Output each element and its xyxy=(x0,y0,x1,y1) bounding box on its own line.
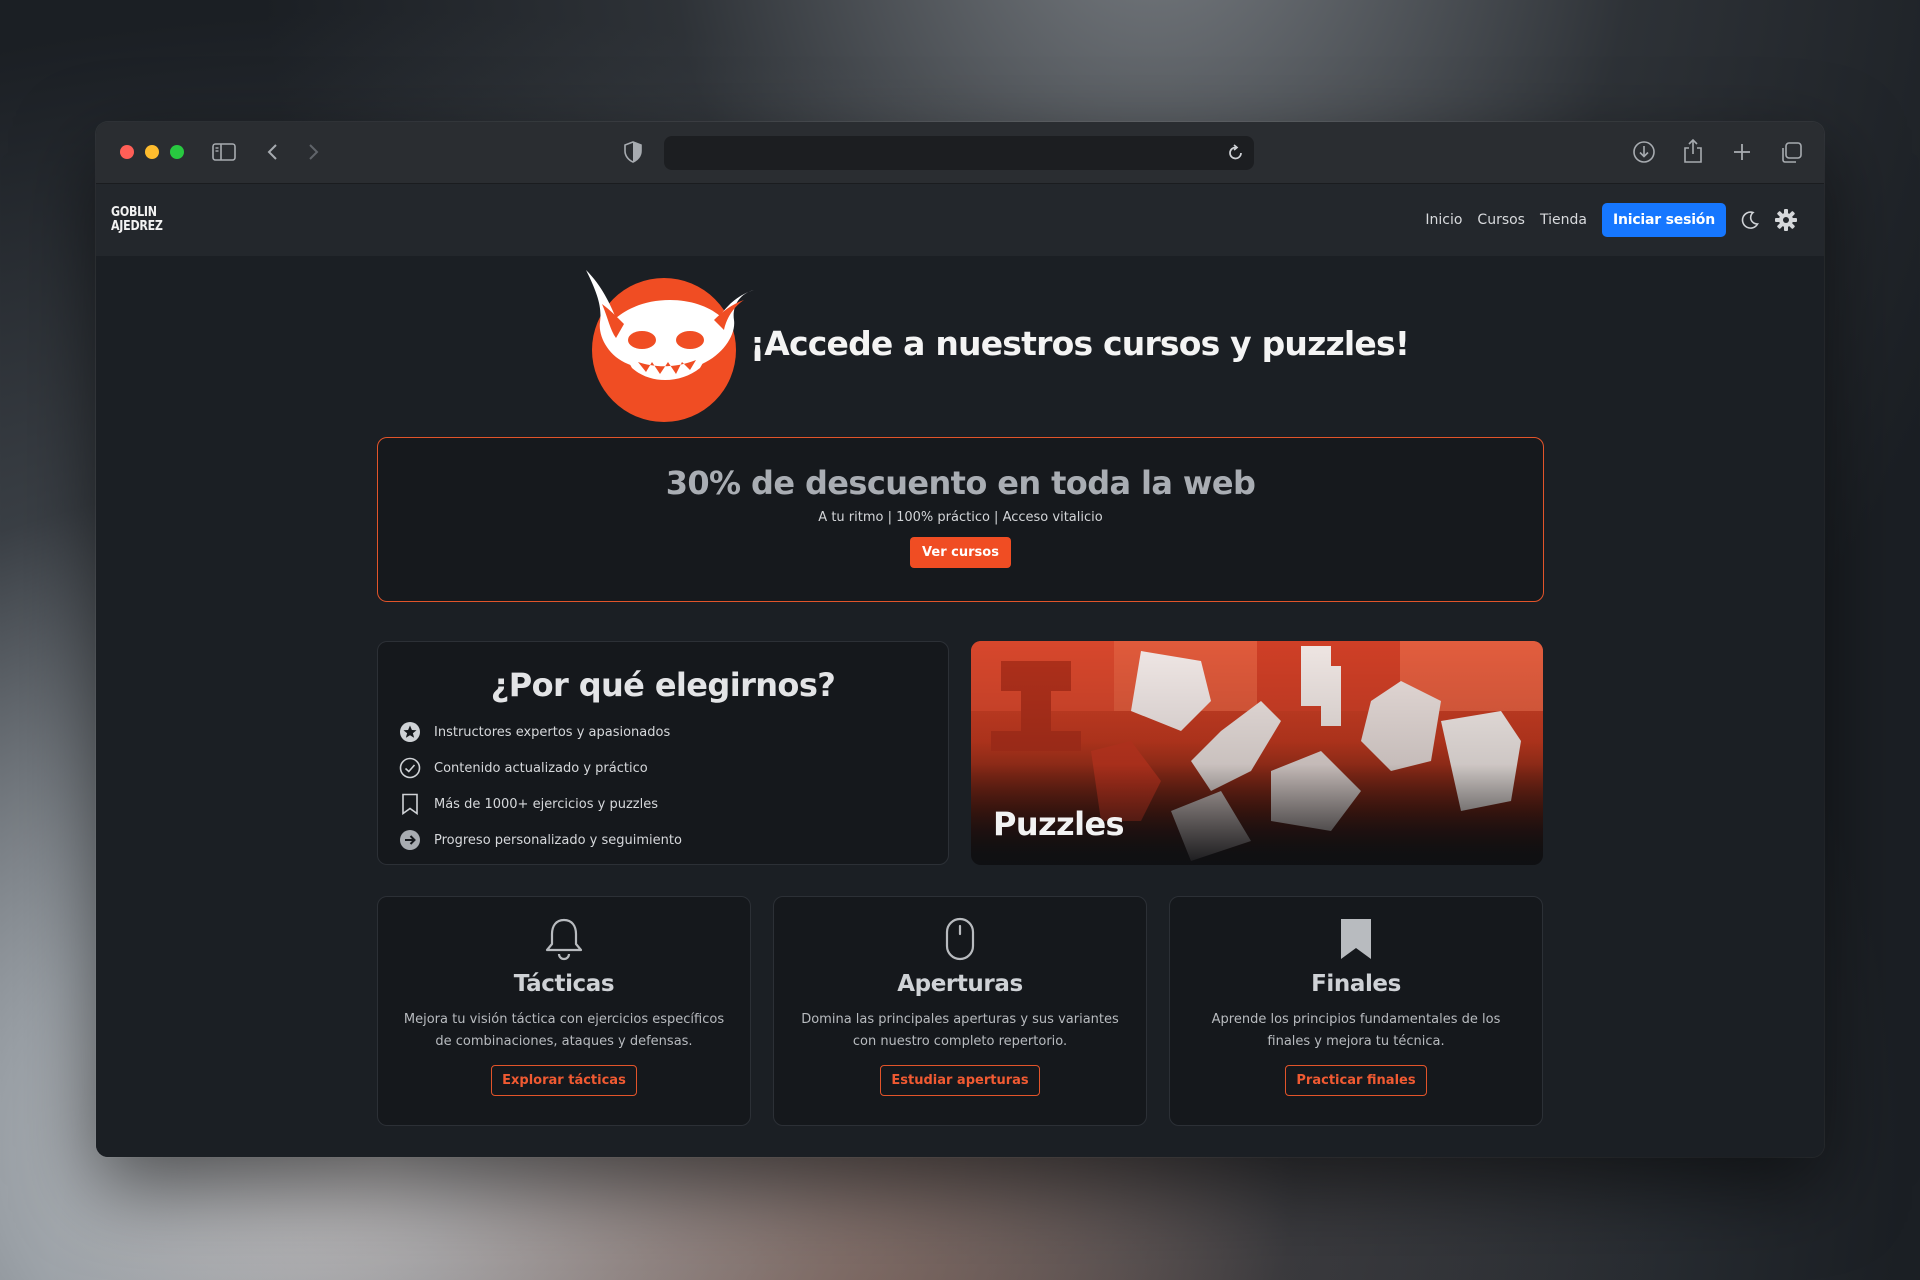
why-item-text: Progreso personalizado y seguimiento xyxy=(434,832,682,848)
maximize-window-button[interactable] xyxy=(170,145,184,159)
why-item-text: Contenido actualizado y práctico xyxy=(434,760,648,776)
bookmark-filled-icon xyxy=(1170,917,1542,961)
card-tacticas: Tácticas Mejora tu visión táctica con ej… xyxy=(377,896,751,1126)
list-item: Más de 1000+ ejercicios y puzzles xyxy=(398,786,948,822)
site-navbar: GOBLIN AJEDREZ Inicio Cursos Tienda Inic… xyxy=(96,184,1824,256)
list-item: Contenido actualizado y práctico xyxy=(398,750,948,786)
browser-window: GOBLIN AJEDREZ Inicio Cursos Tienda Inic… xyxy=(96,122,1824,1157)
goblin-logo-icon xyxy=(580,264,760,426)
star-circle-icon xyxy=(398,720,422,744)
card-finales: Finales Aprende los principios fundament… xyxy=(1169,896,1543,1126)
card-title: Finales xyxy=(1311,971,1401,997)
nav-link-inicio[interactable]: Inicio xyxy=(1425,212,1462,228)
estudiar-aperturas-button[interactable]: Estudiar aperturas xyxy=(880,1065,1040,1096)
minimize-window-button[interactable] xyxy=(145,145,159,159)
moon-icon[interactable] xyxy=(1740,210,1760,230)
arrow-circle-icon xyxy=(398,828,422,852)
gear-icon[interactable] xyxy=(1774,208,1798,232)
window-controls xyxy=(120,145,184,159)
close-window-button[interactable] xyxy=(120,145,134,159)
main-content: ¡Accede a nuestros cursos y puzzles! 30%… xyxy=(96,256,1824,1157)
puzzles-label: Puzzles xyxy=(993,805,1125,843)
check-circle-icon xyxy=(398,756,422,780)
card-title: Aperturas xyxy=(897,971,1023,997)
card-aperturas: Aperturas Domina las principales apertur… xyxy=(773,896,1147,1126)
site-logo[interactable]: GOBLIN AJEDREZ xyxy=(111,206,163,234)
address-bar[interactable] xyxy=(664,136,1254,170)
promo-title: 30% de descuento en toda la web xyxy=(665,464,1256,502)
logo-line-1: GOBLIN xyxy=(111,205,157,220)
mouse-icon xyxy=(774,917,1146,961)
browser-toolbar xyxy=(96,122,1824,184)
explorar-tacticas-button[interactable]: Explorar tácticas xyxy=(491,1065,637,1096)
login-button[interactable]: Iniciar sesión xyxy=(1601,203,1726,237)
puzzles-card[interactable]: Puzzles xyxy=(971,641,1543,865)
card-description: Aprende los principios fundamentales de … xyxy=(1211,1012,1501,1049)
why-list: Instructores expertos y apasionados Cont… xyxy=(398,714,948,858)
share-icon[interactable] xyxy=(1682,138,1704,164)
why-item-text: Más de 1000+ ejercicios y puzzles xyxy=(434,796,658,812)
hero-title: ¡Accede a nuestros cursos y puzzles! xyxy=(750,324,1410,363)
card-description: Mejora tu visión táctica con ejercicios … xyxy=(403,1012,725,1049)
reload-icon[interactable] xyxy=(1228,144,1244,166)
bookmark-icon xyxy=(398,792,422,816)
back-icon[interactable] xyxy=(266,142,280,162)
practicar-finales-button[interactable]: Practicar finales xyxy=(1285,1065,1427,1096)
ver-cursos-button[interactable]: Ver cursos xyxy=(910,537,1011,568)
nav-link-cursos[interactable]: Cursos xyxy=(1477,212,1525,228)
shield-icon[interactable] xyxy=(624,141,642,163)
list-item: Instructores expertos y apasionados xyxy=(398,714,948,750)
tabs-overview-icon[interactable] xyxy=(1779,141,1803,165)
nav-actions: Inicio Cursos Tienda Iniciar sesión xyxy=(1425,203,1798,237)
bell-icon xyxy=(378,917,750,961)
why-choose-us-card: ¿Por qué elegirnos? Instructores experto… xyxy=(377,641,949,865)
forward-icon[interactable] xyxy=(306,142,320,162)
nav-link-tienda[interactable]: Tienda xyxy=(1540,212,1587,228)
list-item: Progreso personalizado y seguimiento xyxy=(398,822,948,858)
new-tab-icon[interactable] xyxy=(1731,141,1753,163)
promo-subtitle: A tu ritmo | 100% práctico | Acceso vita… xyxy=(818,510,1103,525)
card-title: Tácticas xyxy=(513,971,615,997)
logo-line-2: AJEDREZ xyxy=(111,219,163,234)
card-description: Domina las principales aperturas y sus v… xyxy=(801,1012,1119,1049)
why-title: ¿Por qué elegirnos? xyxy=(490,666,836,704)
promo-banner: 30% de descuento en toda la web A tu rit… xyxy=(377,437,1544,602)
why-item-text: Instructores expertos y apasionados xyxy=(434,724,671,740)
hero: ¡Accede a nuestros cursos y puzzles! xyxy=(580,264,1410,426)
sidebar-icon[interactable] xyxy=(212,142,236,162)
download-icon[interactable] xyxy=(1632,140,1656,164)
